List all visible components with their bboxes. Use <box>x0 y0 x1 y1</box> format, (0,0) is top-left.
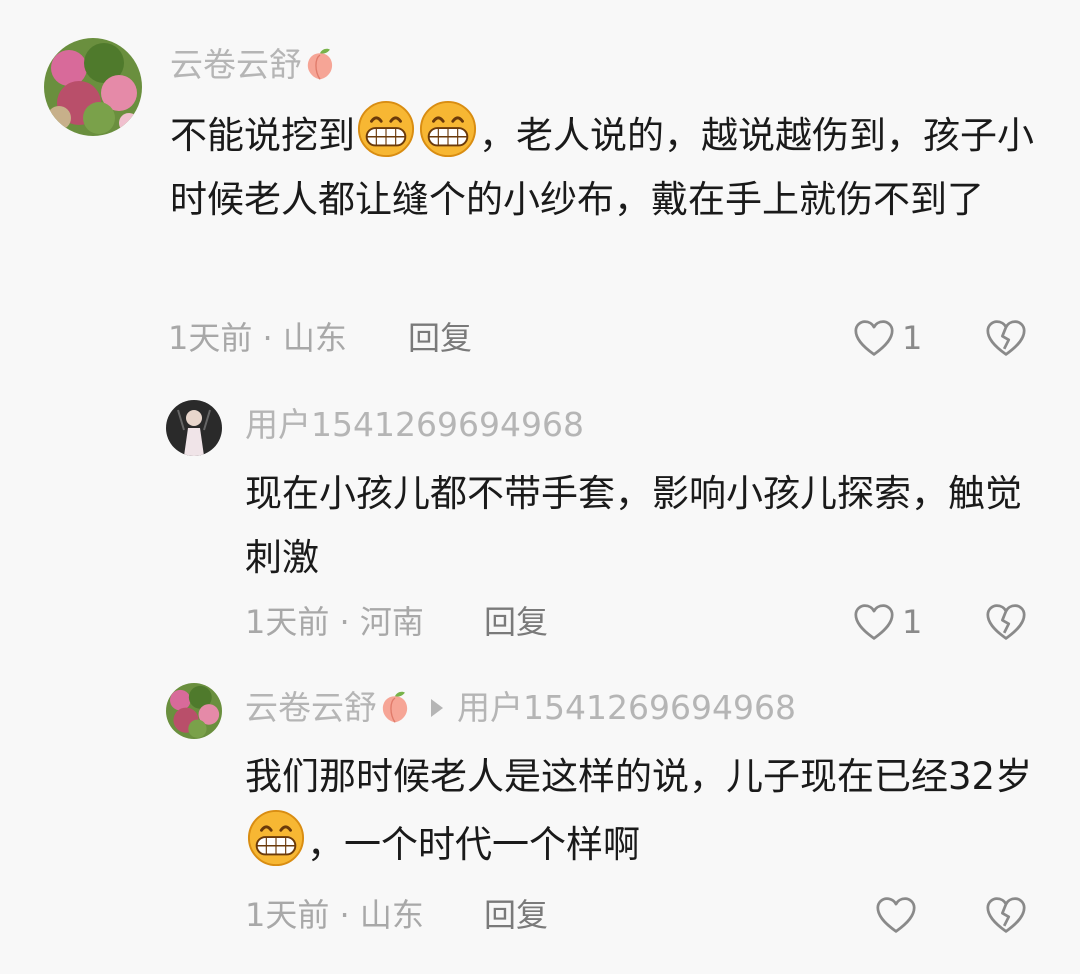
flower-photo-avatar-icon <box>44 38 142 136</box>
reply-to-username[interactable]: 用户1541269694968 <box>457 688 796 727</box>
reply-button[interactable]: 回复 <box>484 895 548 935</box>
username[interactable]: 云卷云舒 <box>170 45 338 85</box>
peach-icon <box>377 689 413 725</box>
comment-meta: 1天前 · 河南 <box>245 602 424 642</box>
comment-text: 我们那时候老人是这样的说，儿子现在已经32岁，一个时代一个样啊 <box>245 755 1033 867</box>
like-count: 1 <box>902 603 923 641</box>
comment-text: 现在小孩儿都不带手套，影响小孩儿探索，触觉刺激 <box>245 472 1022 579</box>
separator: · <box>329 603 360 641</box>
heart-icon <box>852 602 896 642</box>
dislike-button[interactable] <box>984 602 1028 646</box>
timestamp: 1天前 <box>245 603 330 641</box>
peach-icon <box>302 46 338 82</box>
grin-emoji-icon <box>419 100 477 158</box>
username-line: 云卷云舒 用户1541269694968 <box>245 688 796 728</box>
comment-meta: 1天前 · 山东 <box>245 895 424 935</box>
username[interactable]: 用户1541269694968 <box>245 405 584 445</box>
avatar[interactable] <box>44 38 142 136</box>
avatar[interactable] <box>166 400 222 456</box>
reply-button[interactable]: 回复 <box>484 602 548 642</box>
location: 山东 <box>359 896 424 934</box>
heart-icon <box>874 895 918 935</box>
person-photo-avatar-icon <box>166 400 222 456</box>
broken-heart-icon <box>984 895 1028 935</box>
like-button[interactable]: 1 <box>852 318 922 358</box>
like-button[interactable] <box>874 895 918 935</box>
comment-meta: 1天前 · 山东 <box>168 318 347 358</box>
timestamp: 1天前 <box>168 319 253 357</box>
reply-button[interactable]: 回复 <box>408 318 472 358</box>
reply-arrow-icon <box>431 699 443 717</box>
username[interactable]: 云卷云舒 <box>245 688 377 727</box>
heart-icon <box>852 318 896 358</box>
like-button[interactable]: 1 <box>852 602 922 642</box>
comment-text: 不能说挖到 ，老人说的，越说越伤到，孩子小时候老人都让缝个的小纱布，戴在手上就伤不… <box>170 100 1040 232</box>
dislike-button[interactable] <box>984 318 1028 362</box>
broken-heart-icon <box>984 602 1028 642</box>
broken-heart-icon <box>984 318 1028 358</box>
avatar[interactable] <box>166 683 222 739</box>
dislike-button[interactable] <box>984 895 1028 939</box>
separator: · <box>252 319 283 357</box>
location: 山东 <box>282 319 347 357</box>
separator: · <box>329 896 360 934</box>
like-count: 1 <box>902 319 923 357</box>
flower-photo-avatar-icon <box>166 683 222 739</box>
grin-emoji-icon <box>247 809 305 867</box>
grin-emoji-icon <box>357 100 415 158</box>
timestamp: 1天前 <box>245 896 330 934</box>
location: 河南 <box>359 603 424 641</box>
